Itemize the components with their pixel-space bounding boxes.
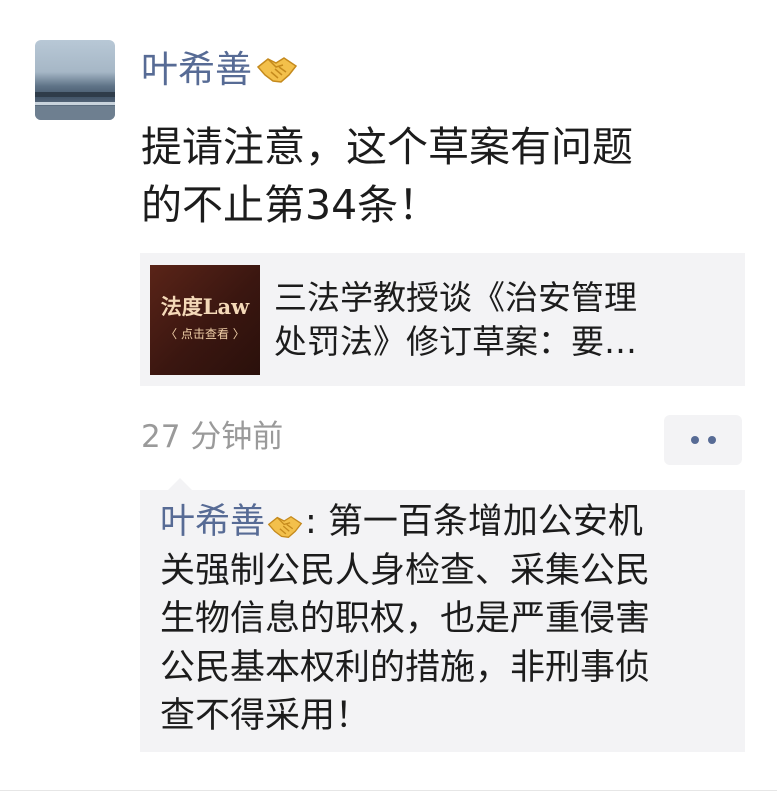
comment[interactable]: 叶希善 : 第一百条增加公安机 关强制公民人身检查、采集公民 生物信息的职权，也… <box>160 498 740 741</box>
article-title-line: 三法学教授谈《治安管理 <box>274 277 637 317</box>
article-title: 三法学教授谈《治安管理 处罚法》修订草案：要… <box>274 276 734 364</box>
thumbnail-title: 法度Law <box>160 293 250 319</box>
comment-author-name[interactable]: 叶希善 <box>160 498 265 547</box>
post-author[interactable]: 叶希善 <box>141 48 298 92</box>
article-title-line: 处罚法》修订草案：要… <box>274 321 637 361</box>
thumbnail-subtitle: 〈 点击查看 〉 <box>165 326 245 341</box>
post-text-line: 提请注意，这个草案有问题 <box>141 123 633 171</box>
post-timestamp: 27 分钟前 <box>141 419 284 455</box>
more-dots-icon <box>690 436 699 444</box>
comment-text-line: 关强制公民人身检查、采集公民 <box>160 550 651 591</box>
shared-article-card[interactable]: 法度Law 〈 点击查看 〉 三法学教授谈《治安管理 处罚法》修订草案：要… <box>140 253 745 386</box>
comment-section: 叶希善 : 第一百条增加公安机 关强制公民人身检查、采集公民 生物信息的职权，也… <box>140 478 745 752</box>
post-text: 提请注意，这个草案有问题 的不止第34条！ <box>141 118 741 234</box>
comment-text-line: 查不得采用！ <box>160 696 371 736</box>
comment-text-first: : 第一百条增加公安机 <box>305 502 643 542</box>
handshake-icon <box>256 53 298 87</box>
comment-text-line: 生物信息的职权，也是严重侵害 <box>160 599 651 639</box>
post-text-line: 的不止第34条！ <box>141 181 440 229</box>
post-author-name[interactable]: 叶希善 <box>141 48 252 92</box>
avatar[interactable] <box>35 40 115 120</box>
handshake-icon <box>267 507 303 539</box>
comment-text-line: 公民基本权利的措施，非刑事侦 <box>160 647 651 688</box>
article-thumbnail: 法度Law 〈 点击查看 〉 <box>150 264 260 375</box>
more-actions-button[interactable] <box>664 415 742 465</box>
divider <box>0 790 777 791</box>
more-dots-icon <box>707 436 716 444</box>
